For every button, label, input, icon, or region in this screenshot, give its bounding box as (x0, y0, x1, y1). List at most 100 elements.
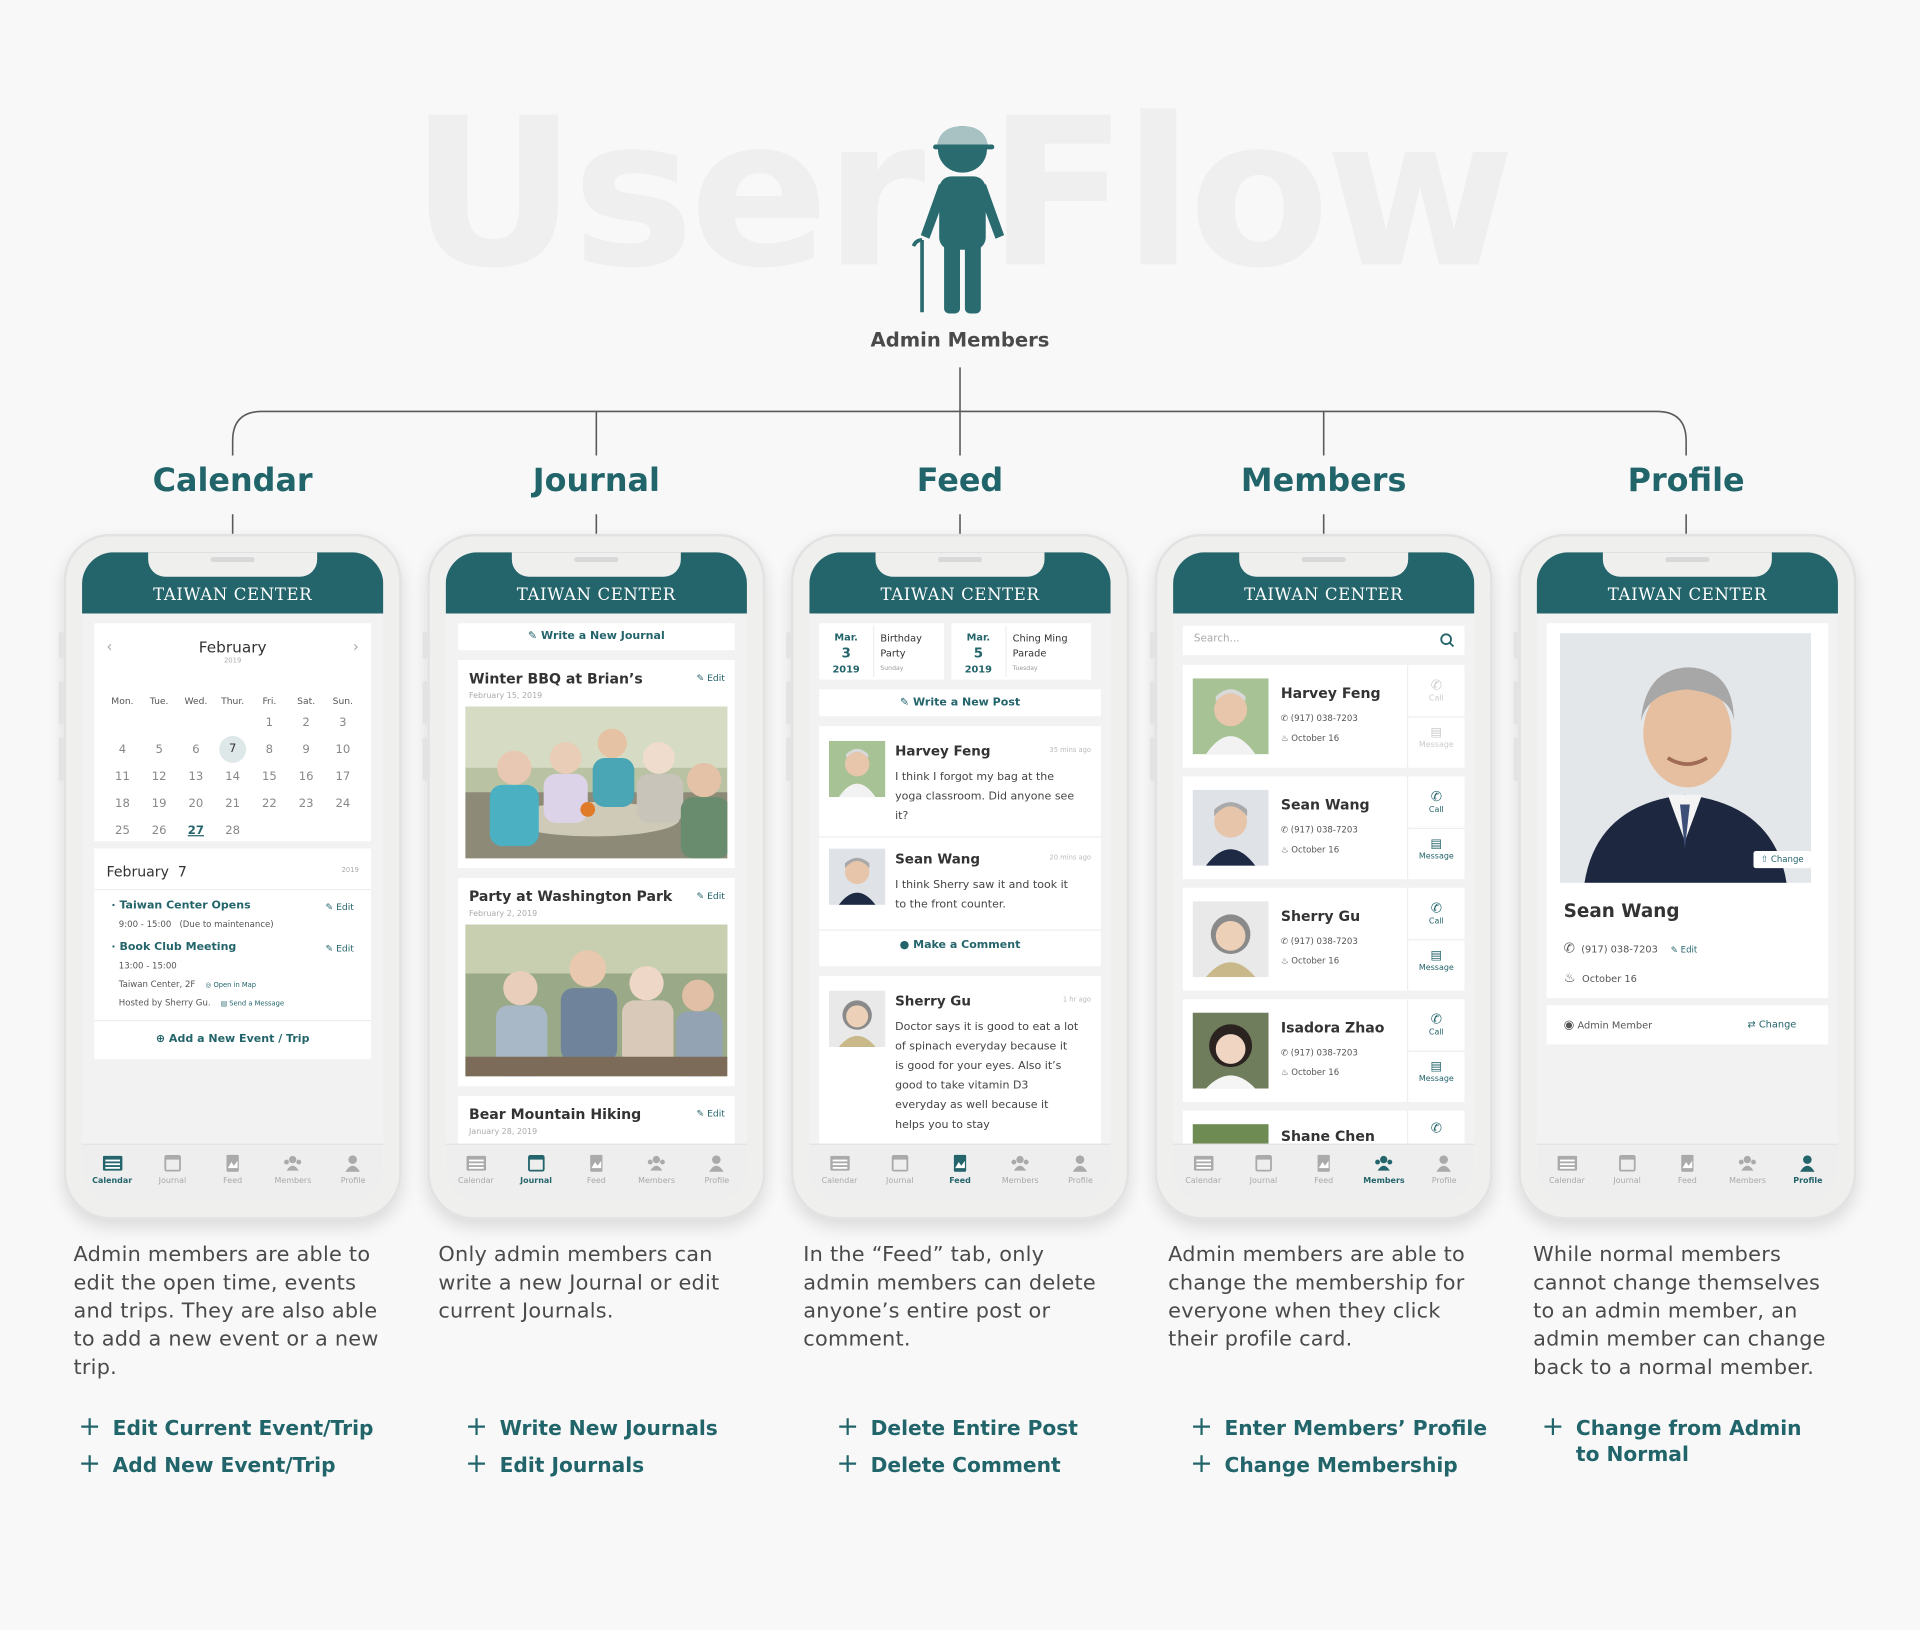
edit-journal-button[interactable]: ✎ Edit (696, 672, 724, 683)
tab-profile[interactable]: Profile (687, 1145, 747, 1201)
change-photo-button[interactable]: ⇧ Change (1753, 851, 1812, 869)
calendar-day[interactable]: 5 (141, 743, 178, 756)
calendar-day[interactable]: 1 (251, 716, 288, 729)
calendar-day[interactable]: 10 (324, 743, 361, 756)
calendar-day[interactable]: 4 (104, 743, 141, 756)
member-phone: ✆ (917) 038-7203 (1280, 825, 1358, 836)
tab-calendar[interactable]: Calendar (446, 1145, 506, 1201)
post-author[interactable]: Sherry Gu (895, 993, 971, 1009)
call-button[interactable]: ✆ Call (1408, 900, 1464, 926)
change-membership-button[interactable]: ⇄ Change (1747, 1019, 1796, 1030)
tab-calendar[interactable]: Calendar (1537, 1145, 1597, 1201)
open-in-map-link[interactable]: ◎ Open in Map (205, 982, 256, 989)
tab-members[interactable]: Members (990, 1145, 1050, 1201)
journal-entry[interactable]: Bear Mountain Hiking ✎ Edit January 28, … (457, 1095, 735, 1145)
call-button[interactable]: ✆ (1408, 1120, 1464, 1136)
tab-profile[interactable]: Profile (323, 1145, 383, 1201)
member-card[interactable]: Isadora Zhao ✆ (917) 038-7203 ♨ October … (1182, 999, 1465, 1103)
calendar-day[interactable]: 19 (141, 797, 178, 810)
calendar-day[interactable]: 20 (178, 797, 215, 810)
edit-journal-button[interactable]: ✎ Edit (696, 1108, 724, 1119)
tab-members[interactable]: Members (263, 1145, 323, 1201)
journal-entry[interactable]: Party at Washington Park ✎ Edit February… (457, 877, 735, 1087)
app-title: TAIWAN CENTER (880, 585, 1040, 605)
tab-calendar[interactable]: Calendar (82, 1145, 142, 1201)
message-button[interactable]: ▤ Message (1408, 1060, 1464, 1083)
calendar-day[interactable]: 24 (324, 797, 361, 810)
tab-calendar[interactable]: Calendar (809, 1145, 869, 1201)
post-author[interactable]: Harvey Feng (895, 743, 990, 759)
member-card[interactable]: Sherry Gu ✆ (917) 038-7203 ♨ October 16 … (1182, 887, 1465, 991)
tab-journal[interactable]: Journal (142, 1145, 202, 1201)
calendar-day[interactable]: 15 (251, 770, 288, 783)
tab-feed[interactable]: Feed (566, 1145, 626, 1201)
write-journal-button[interactable]: ✎ Write a New Journal (457, 623, 735, 651)
tab-journal[interactable]: Journal (1597, 1145, 1657, 1201)
calendar-day[interactable]: 17 (324, 770, 361, 783)
add-event-button[interactable]: ⊕ Add a New Event / Trip (94, 1033, 371, 1045)
edit-phone-button[interactable]: ✎ Edit (1671, 945, 1698, 955)
calendar-day[interactable]: 8 (251, 743, 288, 756)
calendar-day[interactable]: 6 (178, 743, 215, 756)
tab-feed[interactable]: Feed (1294, 1145, 1354, 1201)
call-button[interactable]: ✆ Call (1408, 677, 1464, 703)
tab-journal[interactable]: Journal (506, 1145, 566, 1201)
edit-journal-button[interactable]: ✎ Edit (696, 890, 724, 901)
member-card[interactable]: Harvey Feng ✆ (917) 038-7203 ♨ October 1… (1182, 664, 1465, 768)
event-title[interactable]: · Taiwan Center Opens (111, 900, 250, 912)
tab-journal[interactable]: Journal (1233, 1145, 1293, 1201)
calendar-day[interactable]: 22 (251, 797, 288, 810)
calendar-day[interactable]: 21 (214, 797, 251, 810)
tab-members[interactable]: Members (626, 1145, 686, 1201)
calendar-day[interactable]: 2 (288, 716, 325, 729)
upcoming-event-card[interactable]: Mar. 3 2019 Birthday Party Sunday (819, 623, 945, 680)
calendar-day[interactable]: 11 (104, 770, 141, 783)
tab-members[interactable]: Members (1354, 1145, 1414, 1201)
call-button[interactable]: ✆ Call (1408, 789, 1464, 815)
member-card[interactable]: Sean Wang ✆ (917) 038-7203 ♨ October 16 … (1182, 776, 1465, 880)
calendar-day[interactable]: 25 (104, 823, 141, 836)
upcoming-event-card[interactable]: Mar. 5 2019 Ching Ming Parade Tuesday (951, 623, 1092, 680)
tab-members[interactable]: Members (1717, 1145, 1777, 1201)
send-message-link[interactable]: ▤ Send a Message (221, 1000, 284, 1007)
write-post-button[interactable]: ✎ Write a New Post (819, 689, 1101, 717)
call-button[interactable]: ✆ Call (1408, 1011, 1464, 1037)
calendar-day[interactable]: 23 (288, 797, 325, 810)
tab-feed[interactable]: Feed (203, 1145, 263, 1201)
calendar-day[interactable]: 26 (141, 823, 178, 836)
message-button[interactable]: ▤ Message (1408, 726, 1464, 749)
tab-profile[interactable]: Profile (1050, 1145, 1110, 1201)
action-item: + Edit Current Event/Trip (78, 1411, 374, 1443)
tab-profile[interactable]: Profile (1414, 1145, 1474, 1201)
comment-author[interactable]: Sean Wang (895, 851, 980, 867)
calendar-day[interactable]: 13 (178, 770, 215, 783)
journal-date: January 28, 2019 (468, 1126, 538, 1137)
calendar-day-today[interactable]: 27 (178, 823, 215, 836)
tab-calendar[interactable]: Calendar (1173, 1145, 1233, 1201)
tab-journal[interactable]: Journal (870, 1145, 930, 1201)
profile-phone: ✆ (917) 038-7203 ✎ Edit (1563, 940, 1698, 957)
calendar-day[interactable]: 18 (104, 797, 141, 810)
tab-feed[interactable]: Feed (1657, 1145, 1717, 1201)
avatar-sherry-gu (828, 990, 886, 1047)
calendar-day[interactable]: 12 (141, 770, 178, 783)
make-comment-button[interactable]: ● Make a Comment (819, 939, 1101, 951)
flow-connector-lines (231, 367, 1687, 534)
edit-event-button[interactable]: ✎ Edit (325, 943, 353, 954)
tab-feed[interactable]: Feed (930, 1145, 990, 1201)
calendar-day[interactable]: 3 (324, 716, 361, 729)
journal-entry[interactable]: Winter BBQ at Brian’s ✎ Edit February 15… (457, 660, 735, 869)
calendar-day[interactable]: 14 (214, 770, 251, 783)
calendar-day[interactable]: 16 (288, 770, 325, 783)
message-button[interactable]: ▤ Message (1408, 838, 1464, 861)
calendar-day[interactable]: 9 (288, 743, 325, 756)
tab-profile[interactable]: Profile (1778, 1145, 1838, 1201)
search-icon[interactable] (1440, 633, 1455, 648)
member-card[interactable]: Shane Chen ✆ (1182, 1110, 1465, 1145)
member-search-input[interactable]: Search... (1182, 625, 1465, 656)
edit-event-button[interactable]: ✎ Edit (325, 901, 353, 912)
message-button[interactable]: ▤ Message (1408, 949, 1464, 972)
calendar-day[interactable]: 28 (214, 823, 251, 836)
calendar-day-selected[interactable]: 7 (214, 735, 251, 763)
event-title[interactable]: · Book Club Meeting (111, 942, 236, 954)
